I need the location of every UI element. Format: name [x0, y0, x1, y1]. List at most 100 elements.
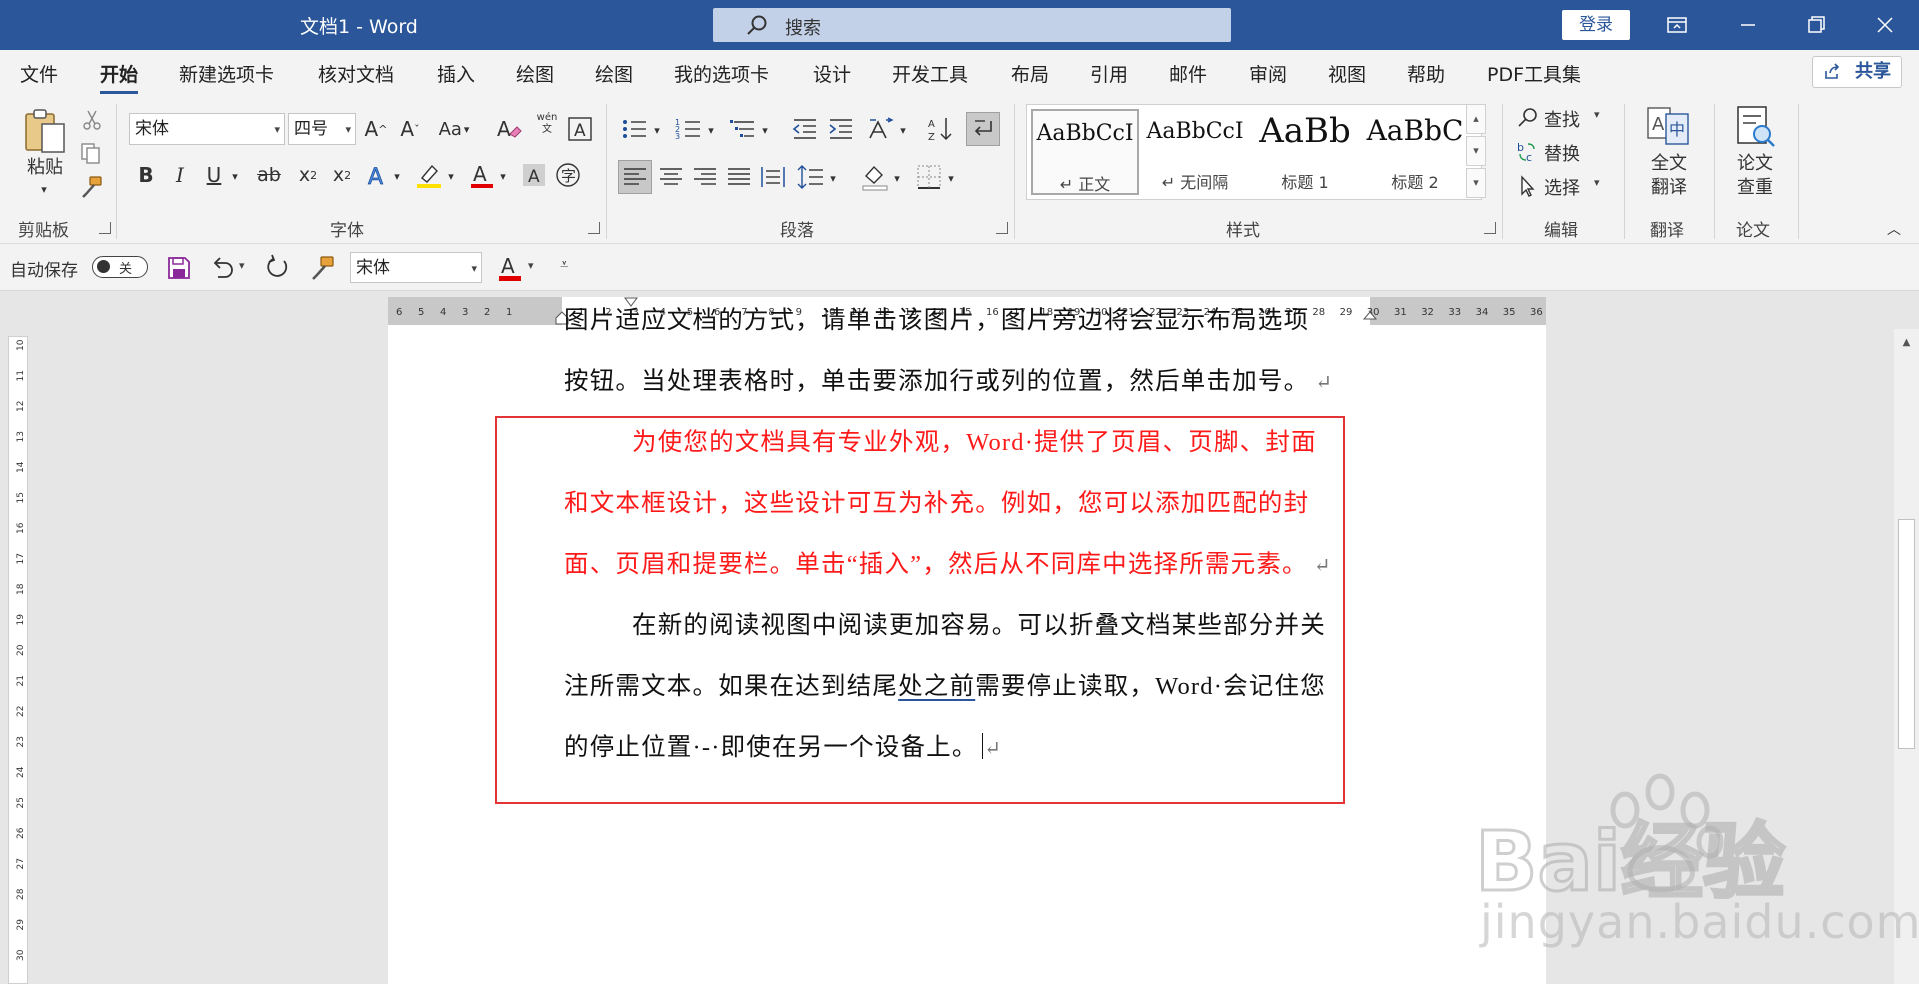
tab-review[interactable]: 审阅: [1249, 60, 1287, 87]
bullets-dropdown-icon[interactable]: ▾: [650, 118, 664, 142]
italic-button[interactable]: I: [166, 160, 194, 190]
translate-button[interactable]: 全文 翻译: [1636, 152, 1702, 200]
enclose-characters-icon[interactable]: 字: [554, 160, 582, 190]
multilevel-list-icon[interactable]: [728, 114, 758, 144]
paper-check-icon[interactable]: [1732, 104, 1778, 150]
shading-icon[interactable]: [860, 162, 890, 192]
undo-dropdown-icon[interactable]: ▾: [239, 259, 245, 272]
underline-dropdown-icon[interactable]: ▾: [228, 164, 242, 188]
search-box[interactable]: 搜索: [713, 8, 1231, 42]
increase-indent-icon[interactable]: [826, 114, 856, 144]
tab-check-doc[interactable]: 核对文档: [318, 60, 394, 87]
paragraph-launcher-icon[interactable]: [996, 222, 1008, 234]
replace-button[interactable]: bc 替换: [1516, 138, 1606, 166]
grow-font-icon[interactable]: A ^: [362, 114, 390, 144]
highlight-icon[interactable]: [414, 160, 444, 190]
chinese-layout-icon[interactable]: [866, 114, 896, 144]
numbering-dropdown-icon[interactable]: ▾: [704, 118, 718, 142]
select-button[interactable]: 选择 ▾: [1516, 172, 1616, 200]
decrease-indent-icon[interactable]: [790, 114, 820, 144]
minimize-icon[interactable]: [1733, 10, 1763, 40]
font-launcher-icon[interactable]: [588, 222, 600, 234]
find-dropdown-icon[interactable]: ▾: [1594, 108, 1600, 121]
copy-icon[interactable]: [78, 140, 104, 166]
strikethrough-button[interactable]: ab: [252, 160, 286, 190]
qat-font-select[interactable]: 宋体 ▾: [350, 252, 482, 283]
style-normal[interactable]: AaBbCcI ↵ 正文: [1031, 109, 1139, 195]
underline-button[interactable]: U: [200, 160, 228, 190]
paste-icon[interactable]: [20, 106, 70, 156]
font-color-dropdown-icon[interactable]: ▾: [496, 164, 510, 188]
line-spacing-dropdown-icon[interactable]: ▾: [826, 166, 840, 190]
line-spacing-icon[interactable]: [796, 162, 826, 192]
font-size-select[interactable]: 四号 ▾: [288, 113, 356, 145]
subscript-button[interactable]: x2: [294, 160, 322, 190]
shrink-font-icon[interactable]: Aˇ: [396, 114, 424, 144]
collapse-ribbon-icon[interactable]: ︿: [1884, 220, 1904, 238]
tab-my-tab[interactable]: 我的选项卡: [674, 60, 769, 87]
font-name-select[interactable]: 宋体 ▾: [129, 113, 285, 145]
scrollbar-thumb[interactable]: [1898, 519, 1915, 749]
text-effects-icon[interactable]: A: [364, 160, 392, 190]
sort-icon[interactable]: AZ: [926, 114, 956, 144]
format-painter-icon[interactable]: [78, 174, 104, 200]
save-icon[interactable]: [166, 255, 192, 281]
styles-scroll-up-icon[interactable]: ▴: [1466, 104, 1486, 134]
style-heading-2[interactable]: AaBbC 标题 2: [1361, 109, 1469, 195]
scroll-up-icon[interactable]: ▲: [1898, 337, 1915, 357]
borders-dropdown-icon[interactable]: ▾: [944, 166, 958, 190]
qat-font-color-icon[interactable]: A: [496, 253, 524, 283]
styles-scroll-down-icon[interactable]: ▾: [1466, 136, 1486, 166]
align-right-icon[interactable]: [690, 162, 720, 192]
cut-icon[interactable]: [80, 108, 104, 132]
close-icon[interactable]: [1870, 10, 1900, 40]
tab-mailings[interactable]: 邮件: [1169, 60, 1207, 87]
chinese-layout-dropdown-icon[interactable]: ▾: [896, 118, 910, 142]
tab-insert[interactable]: 插入: [437, 60, 475, 87]
superscript-button[interactable]: x2: [328, 160, 356, 190]
right-indent-marker-icon[interactable]: [1363, 311, 1377, 325]
show-formatting-marks-button[interactable]: [966, 112, 1000, 146]
format-painter-icon[interactable]: [308, 254, 336, 282]
restore-icon[interactable]: [1801, 10, 1831, 40]
redo-icon[interactable]: [264, 254, 292, 282]
tab-draw-2[interactable]: 绘图: [595, 60, 633, 87]
autosave-toggle[interactable]: 关: [92, 256, 148, 278]
tab-view[interactable]: 视图: [1328, 60, 1366, 87]
find-button[interactable]: 查找 ▾: [1516, 104, 1616, 132]
phonetic-guide-icon[interactable]: wén 文: [532, 112, 562, 144]
qat-font-color-dropdown-icon[interactable]: ▾: [528, 259, 534, 272]
tab-layout[interactable]: 布局: [1011, 60, 1049, 87]
tab-draw-1[interactable]: 绘图: [516, 60, 554, 87]
justify-icon[interactable]: [724, 162, 754, 192]
style-heading-1[interactable]: AaBb 标题 1: [1251, 109, 1359, 195]
styles-more-icon[interactable]: ▾: [1466, 168, 1486, 198]
align-center-icon[interactable]: [656, 162, 686, 192]
tab-new-tab[interactable]: 新建选项卡: [179, 60, 274, 87]
login-button[interactable]: 登录: [1562, 10, 1630, 40]
character-border-icon[interactable]: A: [566, 114, 594, 144]
select-dropdown-icon[interactable]: ▾: [1594, 176, 1600, 189]
font-color-icon[interactable]: A: [468, 160, 496, 190]
change-case-button[interactable]: Aa ▾: [432, 114, 476, 144]
bold-button[interactable]: B: [132, 160, 160, 190]
shading-dropdown-icon[interactable]: ▾: [890, 166, 904, 190]
text-effects-dropdown-icon[interactable]: ▾: [390, 164, 404, 188]
paste-dropdown-icon[interactable]: ▾: [36, 178, 52, 202]
bullets-icon[interactable]: [620, 114, 650, 144]
character-shading-icon[interactable]: A: [520, 160, 548, 190]
multilevel-dropdown-icon[interactable]: ▾: [758, 118, 772, 142]
tab-developer[interactable]: 开发工具: [892, 60, 968, 87]
distributed-icon[interactable]: [758, 162, 788, 192]
tab-references[interactable]: 引用: [1090, 60, 1128, 87]
clear-formatting-icon[interactable]: A: [494, 114, 524, 144]
highlight-dropdown-icon[interactable]: ▾: [444, 164, 458, 188]
borders-icon[interactable]: [914, 162, 944, 192]
paper-check-button[interactable]: 论文 查重: [1722, 152, 1788, 200]
style-no-spacing[interactable]: AaBbCcI ↵ 无间隔: [1141, 109, 1249, 195]
undo-icon[interactable]: [208, 255, 236, 281]
tab-design[interactable]: 设计: [813, 60, 851, 87]
clipboard-launcher-icon[interactable]: [99, 222, 111, 234]
paste-button[interactable]: 粘贴: [20, 156, 70, 180]
translate-icon[interactable]: A 中: [1646, 104, 1692, 150]
